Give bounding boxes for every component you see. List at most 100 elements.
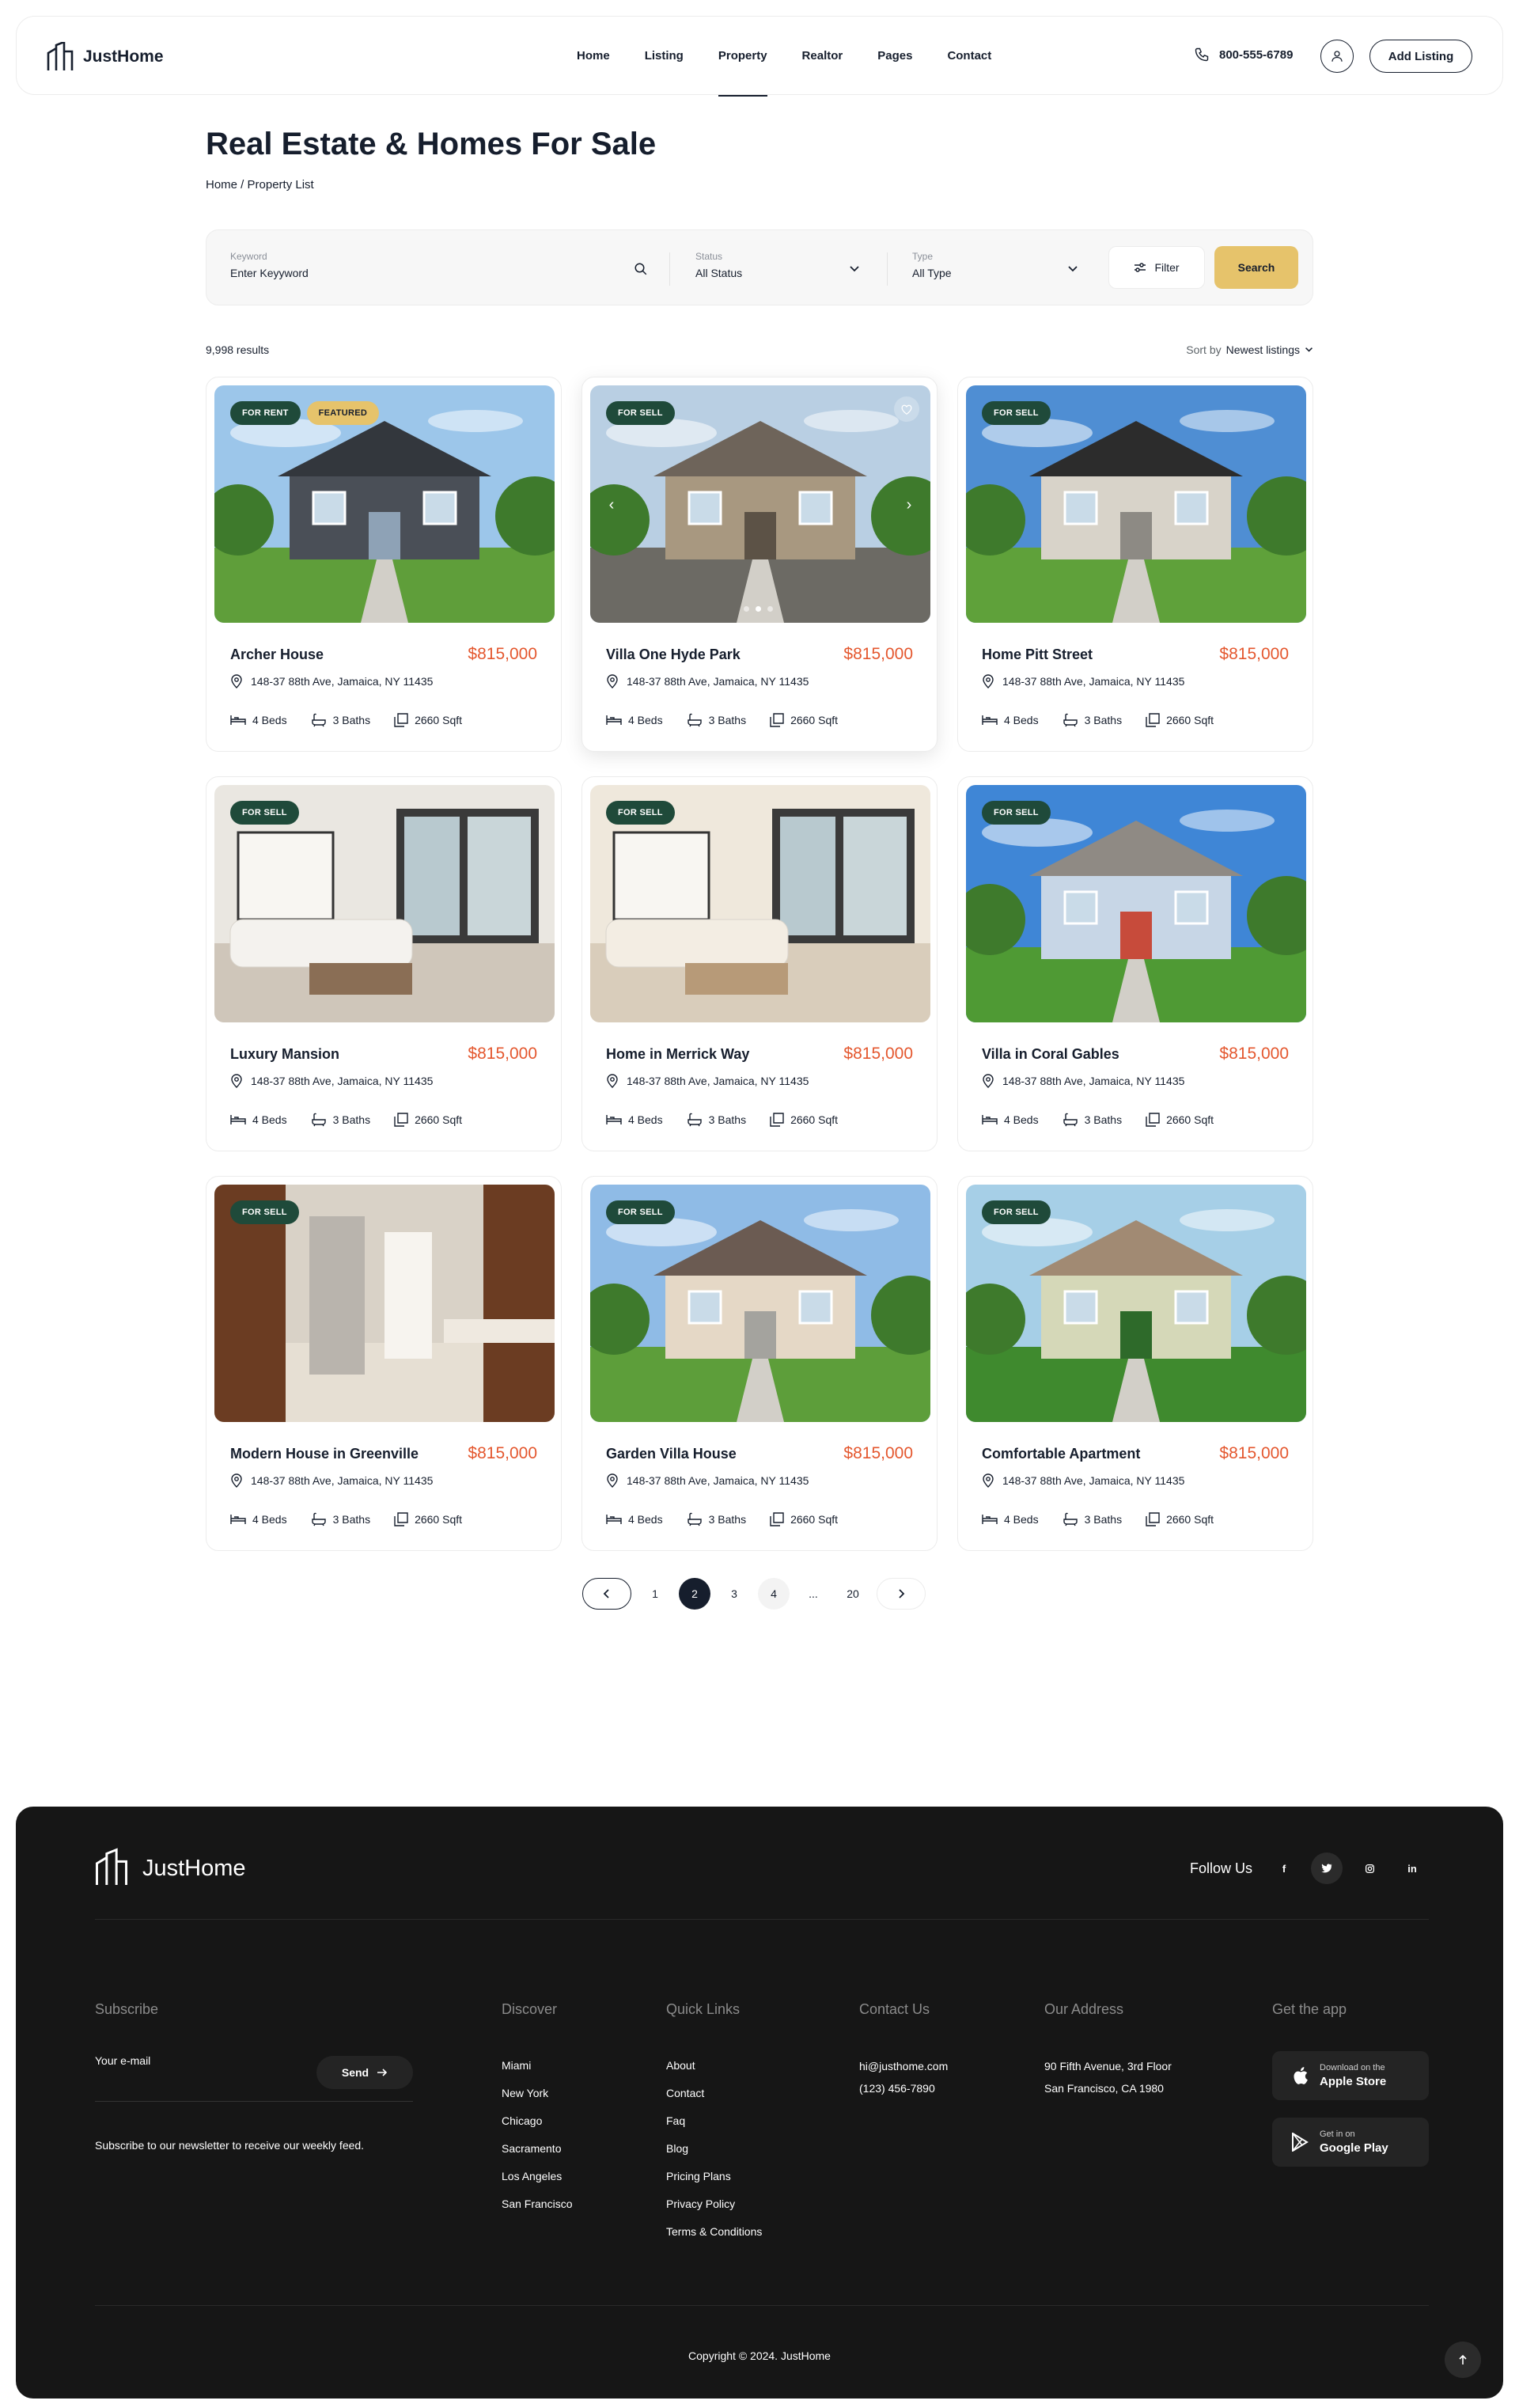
property-image[interactable]: FOR SELL (966, 785, 1306, 1022)
carousel-dot[interactable] (756, 606, 761, 612)
property-title[interactable]: Comfortable Apartment (982, 1446, 1140, 1462)
type-select[interactable]: Type All Type (912, 251, 1086, 279)
property-title[interactable]: Home in Merrick Way (606, 1046, 749, 1063)
nav-listing[interactable]: Listing (627, 17, 701, 96)
brand-logo[interactable]: JustHome (47, 42, 164, 72)
property-image[interactable]: FOR RENT FEATURED (214, 385, 555, 623)
property-features: 4 Beds 3 Baths 2660 Sqft (982, 713, 1214, 727)
instagram-icon[interactable] (1354, 1852, 1385, 1884)
apple-store-button[interactable]: Download on the Apple Store (1272, 2051, 1429, 2100)
contact-email[interactable]: hi@justhome.com (859, 2055, 948, 2077)
nav-contact[interactable]: Contact (930, 17, 1009, 96)
nav-home[interactable]: Home (559, 17, 627, 96)
page-1[interactable]: 1 (639, 1578, 671, 1610)
discover-link[interactable]: Chicago (502, 2107, 572, 2135)
page-2[interactable]: 2 (679, 1578, 710, 1610)
property-image[interactable]: FOR SELL (214, 785, 555, 1022)
bed-icon (982, 1115, 998, 1124)
facebook-icon[interactable]: f (1268, 1852, 1300, 1884)
search-icon[interactable] (634, 262, 648, 276)
bath-icon (311, 1113, 326, 1127)
property-card[interactable]: FOR SELL Home in Merrick Way $815,000 14… (581, 776, 938, 1151)
carousel-dot[interactable] (767, 606, 773, 612)
page-3[interactable]: 3 (718, 1578, 750, 1610)
footer-logo[interactable]: JustHome (95, 1848, 246, 1889)
chevron-down-icon[interactable] (849, 265, 860, 273)
property-card[interactable]: FOR SELL ‹ › Villa One Hyde Park $815,00… (581, 377, 938, 752)
property-image[interactable]: FOR SELL (966, 385, 1306, 623)
discover-link[interactable]: Miami (502, 2052, 572, 2080)
baths-count: 3 Baths (311, 713, 370, 727)
area-size: 2660 Sqft (770, 1113, 838, 1127)
property-features: 4 Beds 3 Baths 2660 Sqft (606, 1512, 838, 1526)
add-listing-button[interactable]: Add Listing (1369, 40, 1472, 73)
twitter-icon[interactable] (1311, 1852, 1343, 1884)
quick-link[interactable]: Pricing Plans (666, 2163, 762, 2190)
discover-link[interactable]: New York (502, 2080, 572, 2107)
prev-page-button[interactable] (582, 1578, 631, 1610)
nav-pages[interactable]: Pages (860, 17, 930, 96)
property-card[interactable]: FOR RENT FEATURED Archer House $815,000 1… (206, 377, 562, 752)
property-card[interactable]: FOR SELL Villa in Coral Gables $815,000 … (957, 776, 1313, 1151)
property-card[interactable]: FOR SELL Luxury Mansion $815,000 148-37 … (206, 776, 562, 1151)
keyword-field[interactable]: Keyword Enter Keyyword (230, 251, 673, 279)
discover-link[interactable]: Sacramento (502, 2135, 572, 2163)
filter-label: Filter (1154, 261, 1180, 274)
nav-property[interactable]: Property (701, 17, 785, 97)
property-image[interactable]: FOR SELL (590, 1185, 930, 1422)
property-card[interactable]: FOR SELL Comfortable Apartment $815,000 … (957, 1176, 1313, 1551)
send-button[interactable]: Send (316, 2056, 413, 2089)
area-icon (1146, 713, 1160, 727)
chevron-down-icon[interactable] (1067, 265, 1078, 273)
property-title[interactable]: Modern House in Greenville (230, 1446, 419, 1462)
property-title[interactable]: Villa One Hyde Park (606, 647, 741, 663)
user-account-button[interactable] (1320, 40, 1354, 73)
quick-link[interactable]: Contact (666, 2080, 762, 2107)
email-input[interactable]: Your e-mail (95, 2054, 150, 2067)
property-features: 4 Beds 3 Baths 2660 Sqft (230, 1512, 462, 1526)
breadcrumb[interactable]: Home / Property List (206, 178, 314, 192)
contact-phone[interactable]: (123) 456-7890 (859, 2077, 948, 2099)
property-card[interactable]: FOR SELL Modern House in Greenville $815… (206, 1176, 562, 1551)
status-select[interactable]: Status All Status (695, 251, 869, 279)
favorite-button[interactable] (894, 396, 919, 422)
sort-dropdown[interactable]: Sort by Newest listings (1186, 343, 1313, 356)
quick-link[interactable]: Terms & Conditions (666, 2218, 762, 2246)
property-image[interactable]: FOR SELL (966, 1185, 1306, 1422)
area-size: 2660 Sqft (394, 1512, 462, 1526)
property-address: 148-37 88th Ave, Jamaica, NY 11435 (606, 1473, 809, 1488)
property-title[interactable]: Home Pitt Street (982, 647, 1093, 663)
property-title[interactable]: Luxury Mansion (230, 1046, 339, 1063)
carousel-dot[interactable] (744, 606, 749, 612)
phone-link[interactable]: 800-555-6789 (1194, 47, 1293, 63)
property-title[interactable]: Archer House (230, 647, 324, 663)
badge-group: FOR RENT FEATURED (230, 401, 380, 425)
property-title[interactable]: Villa in Coral Gables (982, 1046, 1119, 1063)
property-image[interactable]: FOR SELL (214, 1185, 555, 1422)
quick-link[interactable]: Faq (666, 2107, 762, 2135)
filter-button[interactable]: Filter (1108, 246, 1205, 289)
property-image[interactable]: FOR SELL (590, 785, 930, 1022)
property-card[interactable]: FOR SELL Home Pitt Street $815,000 148-3… (957, 377, 1313, 752)
property-card[interactable]: FOR SELL Garden Villa House $815,000 148… (581, 1176, 938, 1551)
page-20[interactable]: 20 (837, 1578, 869, 1610)
property-title[interactable]: Garden Villa House (606, 1446, 737, 1462)
property-image[interactable]: FOR SELL ‹ › (590, 385, 930, 623)
discover-link[interactable]: San Francisco (502, 2190, 572, 2218)
discover-list: Miami New York Chicago Sacramento Los An… (502, 2052, 572, 2218)
nav-realtor[interactable]: Realtor (785, 17, 861, 96)
chevron-right-icon[interactable]: › (899, 495, 919, 515)
google-play-button[interactable]: Get in on Google Play (1272, 2118, 1429, 2167)
page-4[interactable]: 4 (758, 1578, 790, 1610)
back-to-top-button[interactable] (1445, 2342, 1481, 2378)
search-button[interactable]: Search (1214, 246, 1298, 289)
quick-link[interactable]: About (666, 2052, 762, 2080)
quick-link[interactable]: Blog (666, 2135, 762, 2163)
linkedin-icon[interactable]: in (1396, 1852, 1428, 1884)
keyword-input[interactable]: Enter Keyyword (230, 267, 673, 279)
quick-link[interactable]: Privacy Policy (666, 2190, 762, 2218)
chevron-left-icon[interactable]: ‹ (601, 495, 622, 515)
type-value: All Type (912, 267, 952, 279)
discover-link[interactable]: Los Angeles (502, 2163, 572, 2190)
next-page-button[interactable] (877, 1578, 926, 1610)
